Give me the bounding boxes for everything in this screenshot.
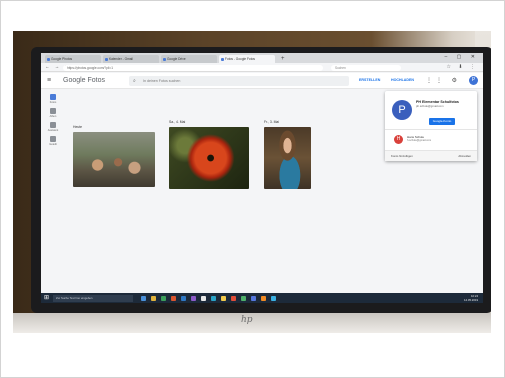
date-heading: Fr., 3. Mai <box>264 120 280 124</box>
monitor-bezel: Google Photos Kalender - Gmail Google Dr… <box>31 47 491 313</box>
app-brand: Google Fotos <box>63 77 106 84</box>
browser-tab[interactable]: Google Drive <box>161 55 217 63</box>
upload-button[interactable]: HOCHLADEN <box>391 78 414 82</box>
tab-label: Kalender - Gmail <box>109 57 133 61</box>
taskbar-search[interactable]: Zur Suche Text hier eingeben <box>53 294 133 302</box>
tab-label: Fotos - Google Fotos <box>225 57 255 61</box>
windows-start-icon[interactable]: ⊞ <box>44 294 49 302</box>
albums-icon <box>50 108 56 114</box>
sidebar-label: Geteilt <box>49 143 57 146</box>
url-field[interactable]: https://photos.google.com/?pli=1 <box>63 64 323 71</box>
taskbar-app-icon[interactable] <box>241 295 246 301</box>
sidebar-label: Alben <box>49 115 57 118</box>
other-account-avatar[interactable]: H <box>394 135 403 144</box>
account-popup: P PH Elementar Schulfotos ph.schule@gmai… <box>385 91 477 161</box>
taskbar-app-icon[interactable] <box>231 295 236 301</box>
browser-tab-active[interactable]: Fotos - Google Fotos <box>219 55 275 63</box>
taskbar-app-icon[interactable] <box>201 295 206 301</box>
create-button[interactable]: ERSTELLEN <box>359 78 380 82</box>
other-account-email: h.schule@gmail.com <box>407 139 432 142</box>
monitor-photo: Google Photos Kalender - Gmail Google Dr… <box>13 31 491 333</box>
taskbar-app-icon[interactable] <box>171 295 176 301</box>
sidebar-item-shared[interactable]: Geteilt <box>47 136 59 146</box>
account-avatar[interactable]: P <box>469 76 478 85</box>
favicon-icon <box>46 57 50 61</box>
taskbar-app-icon[interactable] <box>261 295 266 301</box>
account-email: ph.schule@gmail.com <box>416 104 444 108</box>
photos-icon <box>50 94 56 100</box>
google-account-button[interactable]: Google-Konto <box>429 118 455 125</box>
assistant-icon <box>50 122 56 128</box>
browser-tab[interactable]: Google Photos <box>45 55 101 63</box>
favicon-icon <box>162 57 166 61</box>
sidebar-label: Fotos <box>49 101 57 104</box>
sidebar-item-photos[interactable]: Fotos <box>47 94 59 104</box>
taskbar-app-icon[interactable] <box>251 295 256 301</box>
divider <box>385 129 477 130</box>
tab-label: Google Drive <box>167 57 186 61</box>
taskbar-app-icon[interactable] <box>161 295 166 301</box>
taskbar-app-icon[interactable] <box>181 295 186 301</box>
taskbar-app-icon[interactable] <box>141 295 146 301</box>
menu-icon[interactable]: ≡ <box>47 77 51 84</box>
favicon-icon <box>220 57 224 61</box>
system-tray[interactable]: 10:24 14.05.2019 <box>464 294 478 302</box>
date-heading: Sa., 4. Mai <box>169 120 186 124</box>
search-icon: ⌕ <box>133 78 136 84</box>
account-popup-footer: Konto hinzufügen Abmelden <box>385 150 477 161</box>
photo-thumbnail-classroom[interactable] <box>73 132 155 187</box>
taskbar-app-icon[interactable] <box>271 295 276 301</box>
sidebar-item-albums[interactable]: Alben <box>47 108 59 118</box>
photos-search-input[interactable]: ⌕ In deinen Fotos suchen <box>129 76 349 86</box>
app-header: ≡ Google Fotos ⌕ In deinen Fotos suchen … <box>41 73 483 89</box>
add-account-button[interactable]: Konto hinzufügen <box>391 154 413 158</box>
header-icons[interactable]: ⋮⋮ ⚙ <box>426 77 461 84</box>
monitor-screen: Google Photos Kalender - Gmail Google Dr… <box>41 53 483 303</box>
hp-logo: hp <box>241 315 253 325</box>
address-bar: ← → ⟳ https://photos.google.com/?pli=1 S… <box>41 63 483 72</box>
sidebar: Fotos Alben Assistent Geteilt <box>41 90 65 290</box>
taskbar-app-icon[interactable] <box>211 295 216 301</box>
shared-icon <box>50 136 56 142</box>
windows-taskbar: ⊞ Zur Suche Text hier eingeben 10:24 14.… <box>41 293 483 303</box>
taskbar-date: 14.05.2019 <box>464 298 478 302</box>
sidebar-label: Assistent <box>47 129 59 132</box>
taskbar-app-icon[interactable] <box>191 295 196 301</box>
sign-out-button[interactable]: Abmelden <box>458 154 471 158</box>
monitor-stand: hp <box>13 313 491 333</box>
browser-tabstrip: Google Photos Kalender - Gmail Google Dr… <box>41 53 483 63</box>
sidebar-item-assistant[interactable]: Assistent <box>47 122 59 132</box>
taskbar-app-icon[interactable] <box>151 295 156 301</box>
photo-thumbnail-poppy[interactable] <box>169 127 249 189</box>
extension-icons[interactable]: ☆ ⬇ ⋮ <box>447 64 478 70</box>
image-frame: Google Photos Kalender - Gmail Google Dr… <box>0 0 505 378</box>
date-heading: Heute <box>73 125 83 129</box>
favicon-icon <box>104 57 108 61</box>
search-placeholder: In deinen Fotos suchen <box>143 79 181 83</box>
browser-tab[interactable]: Kalender - Gmail <box>103 55 159 63</box>
account-avatar-large: P <box>392 100 412 120</box>
tab-label: Google Photos <box>51 57 73 61</box>
taskbar-app-icon[interactable] <box>221 295 226 301</box>
browser-search-field[interactable]: Suchen <box>331 64 401 71</box>
new-tab-icon[interactable]: + <box>281 55 285 63</box>
photo-thumbnail-girl[interactable] <box>264 127 311 189</box>
window-controls[interactable]: – ▢ ✕ <box>445 54 479 60</box>
